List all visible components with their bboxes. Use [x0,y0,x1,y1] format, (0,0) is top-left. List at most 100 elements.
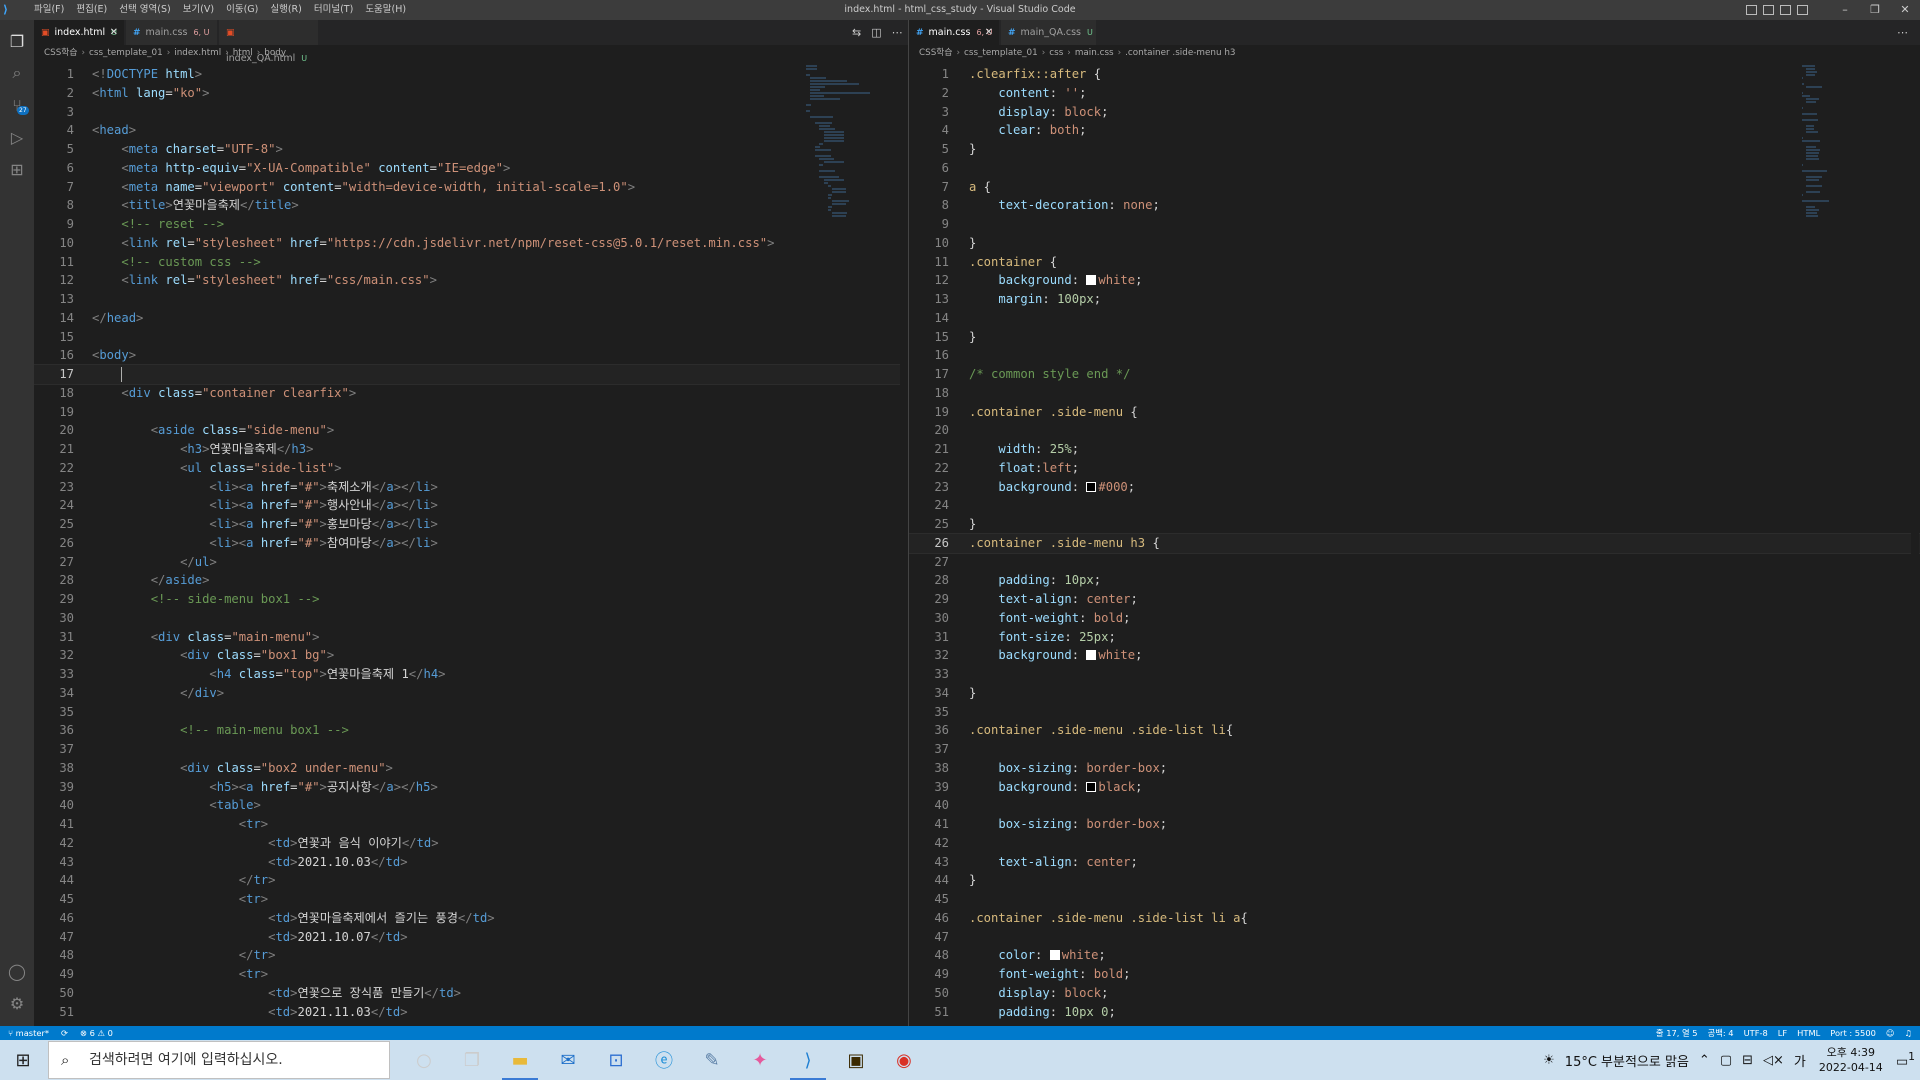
menu-selection[interactable]: 선택 영역(S) [113,0,176,20]
breadcrumb-item[interactable]: css [1049,48,1063,58]
clock[interactable]: 오후 4:39 2022-04-14 [1819,1045,1883,1075]
breadcrumb-item[interactable]: CSS학습 [44,48,78,58]
html-code-line[interactable]: 42 <td>연꽃과 음식 이야기</td> [34,834,908,853]
html-code-line[interactable]: 14 </head> [34,309,908,328]
scrollbar-left[interactable] [900,65,908,1025]
css-code-line[interactable]: 36 .container .side-menu .side-list li{ [909,721,1920,740]
css-code-line[interactable]: 29 text-align: center; [909,590,1920,609]
html-code-line[interactable]: 25 <li><a href="#">홍보마당</a></li> [34,515,908,534]
paint-app-icon[interactable]: ✦ [736,1040,784,1080]
css-code-line[interactable]: 13 margin: 100px; [909,290,1920,309]
tab-main-css-right[interactable]: # main.css 6, U ✕ [909,20,1000,45]
more-actions-icon[interactable]: ⋯ [892,20,903,45]
explorer-icon[interactable]: ❐ [0,26,34,56]
breadcrumb-item[interactable]: main.css [1075,48,1114,58]
task-view-icon[interactable]: ❐ [448,1040,496,1080]
tab-index-qa-html[interactable]: ▣index_QA.html U [219,20,319,64]
css-code-line[interactable]: 21 width: 25%; [909,440,1920,459]
html-code-line[interactable]: 22 <ul class="side-list"> [34,459,908,478]
settings-gear-icon[interactable]: ⚙ [0,988,34,1018]
file-explorer-icon[interactable]: ▬ [496,1040,544,1080]
html-code-line[interactable]: 51 <td>2021.11.03</td> [34,1003,908,1022]
end-of-line[interactable]: LF [1778,1026,1787,1040]
ime-indicator[interactable]: 가 [1794,1051,1806,1070]
taskbar-search[interactable]: ⌕ 검색하려면 여기에 입력하십시오. [48,1041,390,1079]
close-tab-icon[interactable]: ✕ [110,20,118,45]
scrollbar-right[interactable] [1911,65,1919,1025]
css-code-line[interactable]: 11 .container { [909,253,1920,272]
extensions-icon[interactable]: ⊞ [0,154,34,184]
html-code-line[interactable]: 44 </tr> [34,871,908,890]
menu-help[interactable]: 도움말(H) [359,0,412,20]
css-code-line[interactable]: 25} [909,515,1920,534]
vscode-taskbar-icon[interactable]: ⟩ [784,1040,832,1080]
chrome-icon[interactable]: ◉ [880,1040,928,1080]
code-editor-html[interactable]: 1 <!DOCTYPE html> 2 <html lang="ko"> 3 4 <head… [34,65,908,1021]
toggle-sidebar-icon[interactable] [1746,5,1757,15]
html-code-line[interactable]: 48 </tr> [34,946,908,965]
run-debug-icon[interactable]: ▷ [0,122,34,152]
html-code-line[interactable]: 50 <td>연꽃으로 장식품 만들기</td> [34,984,908,1003]
html-code-line[interactable]: 30 [34,609,908,628]
close-tab-icon[interactable]: ✕ [985,20,993,45]
css-code-line[interactable]: 43 text-align: center; [909,853,1920,872]
html-code-line[interactable]: 29 <!-- side-menu box1 --> [34,590,908,609]
html-code-line[interactable]: 8 <title>연꽃마을축제</title> [34,196,908,215]
git-branch[interactable]: ⑂ master* [8,1026,49,1040]
css-code-line[interactable]: 48 color: white; [909,946,1920,965]
feedback-icon[interactable]: ☺ [1886,1026,1895,1040]
css-code-line[interactable]: 3 display: block; [909,103,1920,122]
html-code-line[interactable]: 15 [34,328,908,347]
html-code-line[interactable]: 13 [34,290,908,309]
html-code-line[interactable]: 2 <html lang="ko"> [34,84,908,103]
problems-indicator[interactable]: ⊗ 6 ⚠ 0 [80,1026,113,1040]
cursor-position[interactable]: 줄 17, 열 5 [1656,1026,1698,1040]
breadcrumb-item[interactable]: html [233,48,253,58]
more-actions-icon[interactable]: ⋯ [1897,20,1908,45]
close-icon[interactable]: ✕ [1890,0,1920,20]
css-code-line[interactable]: 12 background: white; [909,271,1920,290]
tab-main-css[interactable]: # main.css 6, U [126,20,218,45]
html-code-line[interactable]: 35 [34,703,908,722]
css-code-line[interactable]: 33 [909,665,1920,684]
minimap-right[interactable] [1802,65,1874,1025]
html-code-line[interactable]: 3 [34,103,908,122]
css-code-line[interactable]: 32 background: white; [909,646,1920,665]
tray-chevron-up-icon[interactable]: ⌃ [1699,1053,1710,1068]
css-code-line[interactable]: 27 [909,553,1920,572]
minimize-icon[interactable]: – [1830,0,1860,20]
html-code-line[interactable]: 37 [34,740,908,759]
html-code-line[interactable]: 46 <td>연꽃마을축제에서 즐기는 풍경</td> [34,909,908,928]
cortana-icon[interactable]: ○ [400,1040,448,1080]
menu-edit[interactable]: 편집(E) [70,0,113,20]
menu-file[interactable]: 파일(F) [28,0,70,20]
html-code-line[interactable]: 10 <link rel="stylesheet" href="https://… [34,234,908,253]
menu-run[interactable]: 실행(R) [264,0,308,20]
breadcrumb-item[interactable]: index.html [174,48,221,58]
html-code-line[interactable]: 7 <meta name="viewport" content="width=d… [34,178,908,197]
css-code-line[interactable]: 39 background: black; [909,778,1920,797]
html-code-line[interactable]: 49 <tr> [34,965,908,984]
html-code-line[interactable]: 45 <tr> [34,890,908,909]
html-code-line[interactable]: 36 <!-- main-menu box1 --> [34,721,908,740]
css-code-line[interactable]: 49 font-weight: bold; [909,965,1920,984]
css-code-line[interactable]: 1 .clearfix::after { [909,65,1920,84]
toggle-secondary-sidebar-icon[interactable] [1780,5,1791,15]
css-code-line[interactable]: 14 [909,309,1920,328]
html-code-line[interactable]: 40 <table> [34,796,908,815]
html-code-line[interactable]: 4 <head> [34,121,908,140]
source-control-icon[interactable]: ⑂ 27 [0,90,34,120]
account-icon[interactable]: ◯ [0,956,34,986]
notification-center-icon[interactable]: ▭1 [1896,1050,1915,1069]
css-code-line[interactable]: 37 [909,740,1920,759]
css-code-line[interactable]: 46 .container .side-menu .side-list li a{ [909,909,1920,928]
html-code-line[interactable]: 27 </ul> [34,553,908,572]
html-code-line[interactable]: 47 <td>2021.10.07</td> [34,928,908,947]
html-code-line[interactable]: 18 <div class="container clearfix"> [34,384,908,403]
indentation[interactable]: 공백: 4 [1708,1026,1734,1040]
html-code-line[interactable]: 6 <meta http-equiv="X-UA-Compatible" con… [34,159,908,178]
code-editor-css[interactable]: 1 .clearfix::after {2 content: ''; 3 displ… [909,65,1920,1021]
css-code-line[interactable]: 4 clear: both; [909,121,1920,140]
css-code-line[interactable]: 41 box-sizing: border-box; [909,815,1920,834]
css-code-line[interactable]: 16 [909,346,1920,365]
